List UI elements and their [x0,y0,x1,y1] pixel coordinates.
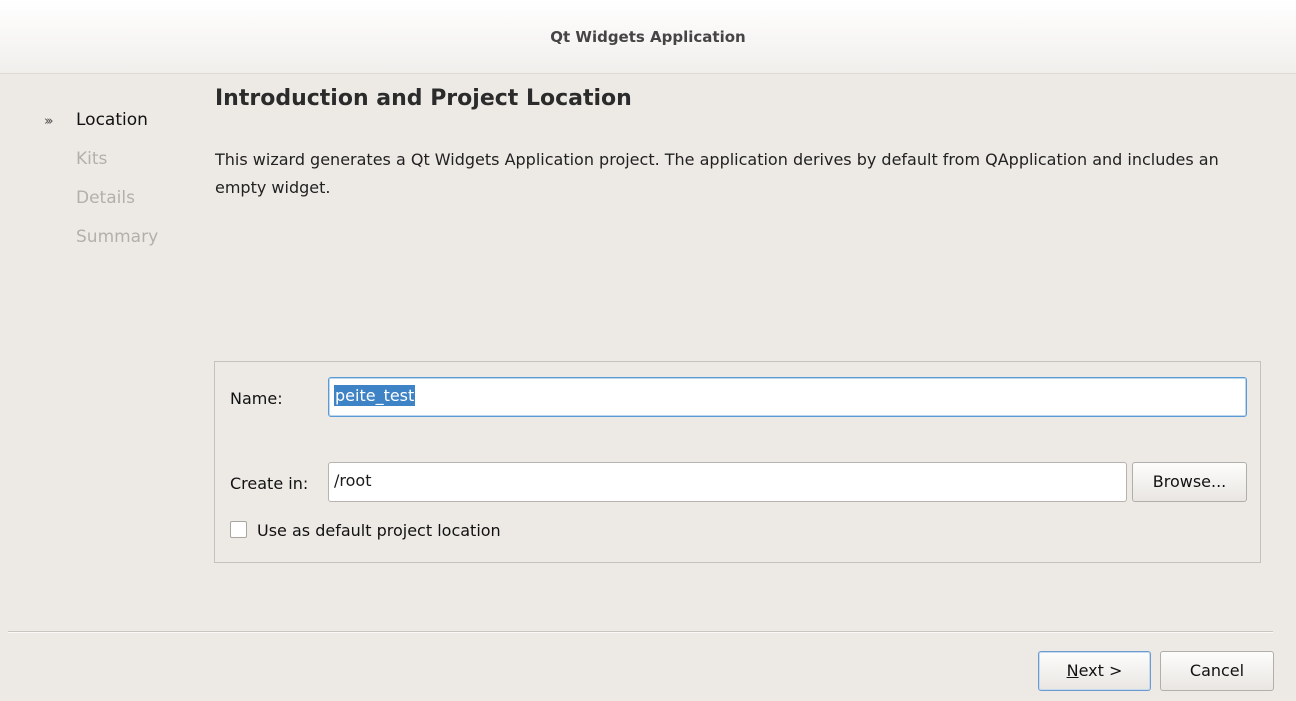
step-summary: Summary [44,224,158,263]
name-label: Name: [230,389,283,408]
title-bar: Qt Widgets Application [0,0,1296,74]
step-details: Details [44,185,158,224]
page-description: This wizard generates a Qt Widgets Appli… [215,150,1219,197]
next-button[interactable]: Next > [1038,651,1151,691]
name-input-value: peite_test [334,385,416,406]
cancel-button[interactable]: Cancel [1160,651,1274,691]
create-in-input[interactable]: /root [328,462,1127,502]
step-label: Location [76,110,148,130]
step-label: Details [76,188,135,208]
page-title: Introduction and Project Location [215,86,632,111]
default-location-checkbox[interactable] [230,521,247,538]
step-label: Summary [76,227,159,247]
default-location-label[interactable]: Use as default project location [257,521,501,540]
footer-divider [8,631,1273,633]
step-kits: Kits [44,146,158,185]
name-input[interactable]: peite_test [328,377,1247,417]
current-step-arrow-icon: ››› [44,114,53,129]
step-label: Kits [76,149,108,169]
next-button-label: Next > [1066,661,1123,680]
browse-button[interactable]: Browse... [1132,462,1247,502]
window-title: Qt Widgets Application [550,28,746,46]
create-in-label: Create in: [230,474,309,493]
wizard-steps: ››› Location Kits Details Summary [44,107,158,263]
step-location: ››› Location [44,107,158,146]
create-in-value: /root [334,471,372,490]
